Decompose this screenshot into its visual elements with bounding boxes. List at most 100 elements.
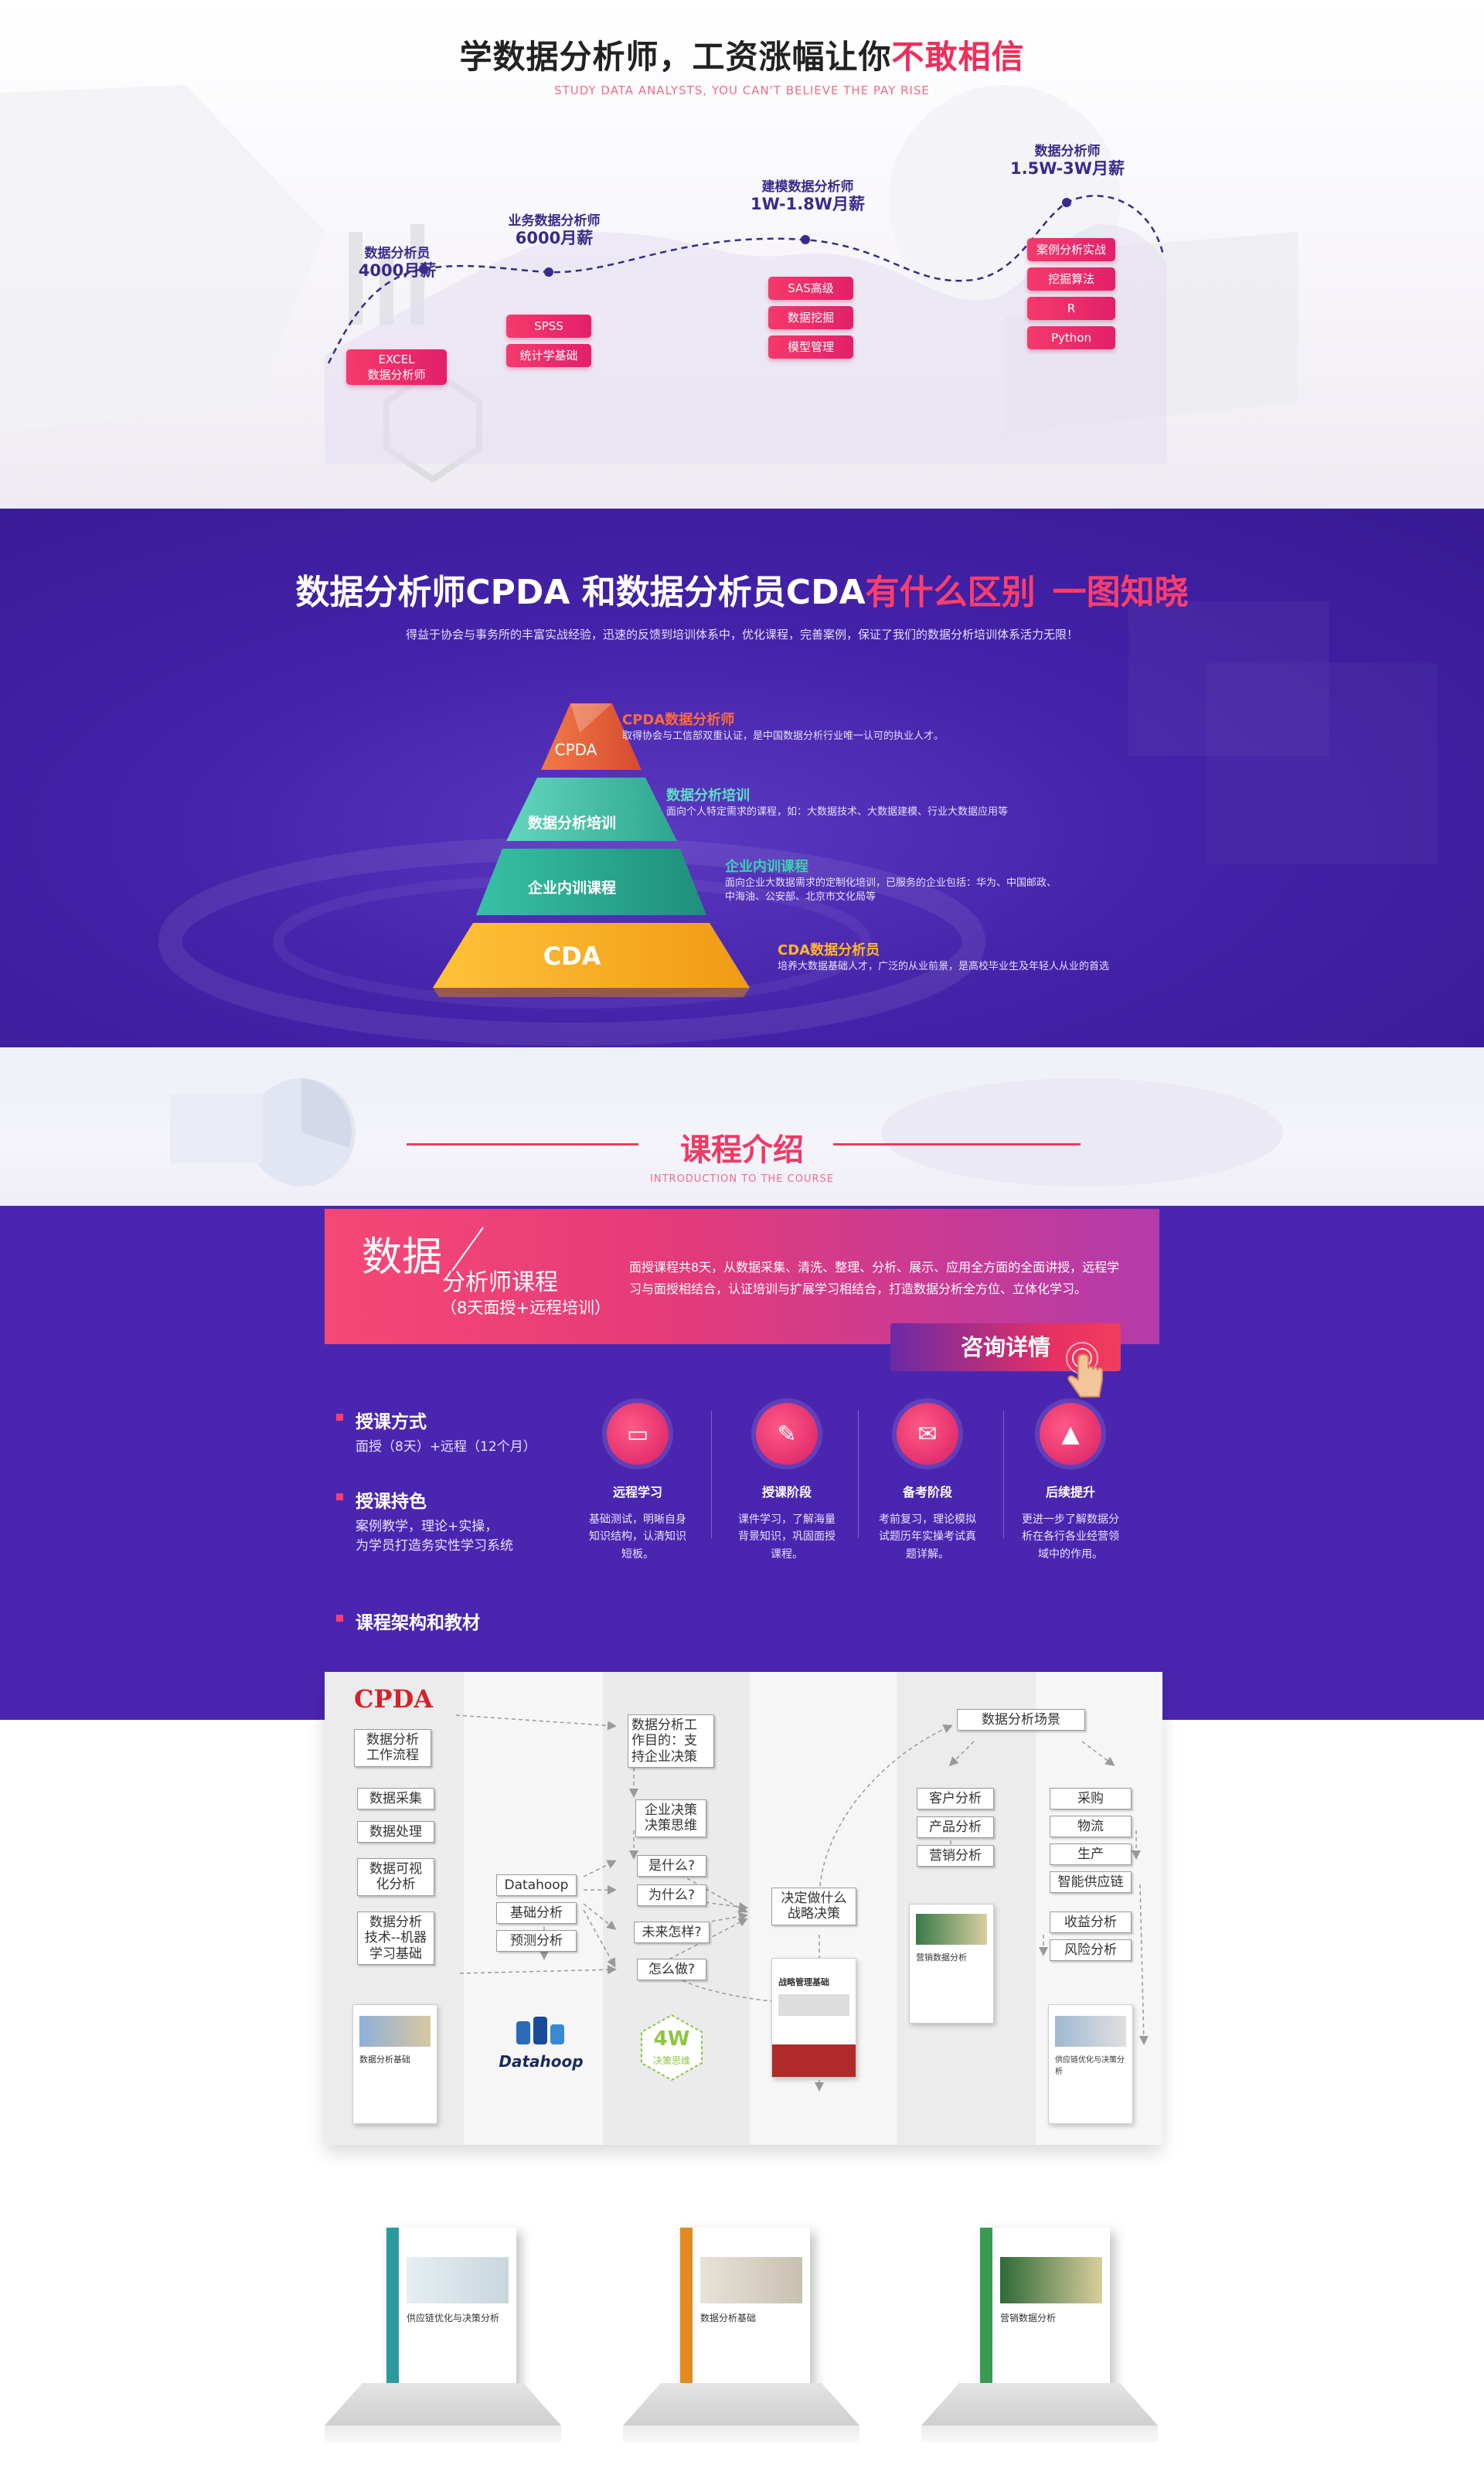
method-title: 授课方式 [336, 1407, 427, 1433]
question-node: 未来怎样? [634, 1922, 710, 1944]
pyramid-label: CDA [543, 941, 601, 971]
cpda-logo: CPDA [354, 1684, 434, 1714]
skill-tag: 统计学基础 [506, 344, 591, 367]
course-architecture-diagram: CPDA 数据分析 工作流程 数据采集 数据处理 数据可视 化分析 数据分析 技… [325, 1672, 1162, 2145]
curve-point [801, 235, 810, 244]
skill-tag: EXCEL 数据分析师 [346, 349, 447, 385]
right-node: 采购 [1050, 1788, 1132, 1810]
compare-section: 数据分析师CPDA 和数据分析员CDA有什么区别 一图知晓 得益于协会与事务所的丰… [0, 509, 1484, 1047]
mid-node: 客户分析 [917, 1788, 994, 1810]
course-subtitle: INTRODUCTION TO THE COURSE [650, 1173, 834, 1185]
book-stand [325, 2383, 561, 2426]
book-display: 营销数据分析 [980, 2228, 1110, 2402]
skill-tag: Python [1027, 326, 1115, 349]
salary-subtitle: STUDY DATA ANALYSTS, YOU CAN'T BELIEVE T… [554, 83, 930, 97]
chart-icon: ▲ [1040, 1403, 1101, 1465]
question-node: 为什么? [637, 1884, 706, 1907]
left-node: 数据分析 技术--机器 学习基础 [357, 1912, 434, 1966]
datahoop-logo-icon [516, 2017, 564, 2044]
stage-title: 数据分析员 [364, 246, 431, 261]
stage-salary: 1W-1.8W月薪 [751, 195, 865, 214]
datahoop-logo-text: Datahoop [499, 2052, 584, 2071]
feature-exam: ✉ 备考阶段 考前复习，理论模拟 试题历年实操考试真 题详解。 [858, 1403, 997, 1563]
compare-title: 数据分析师CPDA 和数据分析员CDA有什么区别 一图知晓 [295, 573, 1189, 612]
pyramid-label: CPDA [554, 740, 597, 759]
level-desc-cpda: CPDA数据分析师 取得协会与工信部双重认证，是中国数据分析行业唯一认可的执业人… [622, 712, 945, 743]
book-icon: ✎ [756, 1403, 818, 1465]
curve-point [544, 267, 553, 277]
stage-1: 数据分析员 4000月薪 [343, 246, 451, 281]
skill-tag: 模型管理 [768, 335, 853, 359]
right-node: 生产 [1050, 1843, 1132, 1866]
question-node: 是什么? [637, 1855, 706, 1878]
scene-node: 数据分析场景 [957, 1709, 1085, 1731]
course-section: 课程介绍 INTRODUCTION TO THE COURSE 数据 分析师课程… [0, 1047, 1484, 1720]
method-text: 面授（8天）+远程（12个月） [356, 1439, 536, 1455]
course-title: 课程介绍 [680, 1132, 804, 1168]
left-node: 数据采集 [357, 1788, 434, 1810]
stage-salary: 6000月薪 [515, 229, 594, 248]
divider [711, 1411, 712, 1538]
curve-point [1062, 198, 1071, 207]
book-cover: 数据分析基础 [352, 2004, 437, 2124]
book-stand-shadow [325, 2426, 561, 2443]
stage-salary: 4000月薪 [358, 261, 437, 281]
4w-text: 4W [653, 2027, 690, 2051]
book-cover: 营销数据分析 [909, 1904, 994, 2024]
mid-node: 营销分析 [917, 1845, 994, 1867]
feature-title: 授课持色 [336, 1486, 427, 1513]
book-cover: 供应链优化与决策分析 [1048, 2004, 1133, 2124]
hand-pointer-icon [1066, 1342, 1103, 1397]
banner-small: （8天面授+远程培训） [441, 1299, 611, 1317]
book-stand [921, 2383, 1158, 2426]
salary-section: 学数据分析师，工资涨幅让你不敢相信 STUDY DATA ANALYSTS, Y… [0, 0, 1484, 509]
decision-node: 企业决策 决策思维 [635, 1799, 706, 1837]
stage-title: 建模数据分析师 [761, 179, 854, 195]
stage-3: 建模数据分析师 1W-1.8W月薪 [742, 179, 873, 215]
feature-text: 案例教学，理论+实操， 为学员打造务实性学习系统 [356, 1519, 513, 1554]
skill-tag: SPSS [506, 315, 591, 338]
stage-salary: 1.5W-3W月薪 [1010, 159, 1125, 179]
arch-title: 课程架构和教材 [336, 1608, 480, 1634]
book-display: 供应链优化与决策分析 [386, 2228, 516, 2402]
strategy-node: 决定做什么 战略决策 [771, 1888, 856, 1925]
mid-node: 产品分析 [917, 1816, 994, 1839]
stage-4: 数据分析师 1.5W-3W月薪 [1002, 144, 1133, 179]
skill-tag: SAS高级 [768, 277, 853, 300]
right-node: 收益分析 [1050, 1912, 1132, 1934]
right-node: 智能供应链 [1050, 1871, 1132, 1894]
level-desc-cda: CDA数据分析员 培养大数据基础人才，广泛的从业前景，是高校毕业生及年轻人从业的… [778, 942, 1110, 973]
feature-advance: ▲ 后续提升 更进一步了解数据分 析在各行各业经营领 域中的作用。 [1001, 1403, 1140, 1563]
skill-tag: R [1027, 297, 1115, 320]
left-node: 数据可视 化分析 [357, 1858, 434, 1896]
banner-mid: 分析师课程 [442, 1269, 558, 1296]
book-cover: 战略管理基础 [771, 1958, 856, 2078]
compare-subtitle: 得益于协会与事务所的丰富实战经验，迅速的反馈到培训体系中，优化课程，完善案例，保… [405, 628, 1078, 642]
skill-tag: 案例分析实战 [1027, 238, 1115, 261]
pyramid-label: 数据分析培训 [527, 815, 616, 832]
tool-node: 预测分析 [496, 1930, 577, 1952]
purpose-node: 数据分析工 作目的：支 持企业决策 [628, 1714, 714, 1769]
4w-subtext: 决策思维 [652, 2055, 690, 2066]
stage-2: 业务数据分析师 6000月薪 [488, 213, 620, 249]
book-stand-shadow [623, 2426, 859, 2443]
banner-big: 数据 [362, 1234, 443, 1281]
feature-teaching: ✎ 授课阶段 课件学习，了解海量 背景知识，巩固面授 课程。 [717, 1403, 856, 1563]
stage-title: 业务数据分析师 [508, 213, 601, 229]
level-desc-training: 数据分析培训 面向个人特定需求的课程，如：大数据技术、大数据建模、行业大数据应用… [666, 788, 1009, 819]
document-icon: ✉ [897, 1403, 958, 1465]
tool-node: Datahoop [496, 1874, 577, 1897]
left-node: 数据处理 [357, 1821, 434, 1843]
skill-tag: 挖掘算法 [1027, 267, 1115, 291]
feature-remote: ▭ 远程学习 基础测试，明晰自身 知识结构，认清知识 短板。 [568, 1403, 707, 1563]
pyramid-label: 企业内训课程 [527, 880, 616, 897]
tool-node: 基础分析 [496, 1902, 577, 1925]
book-display: 数据分析基础 [680, 2228, 810, 2402]
skill-tag: 数据挖掘 [768, 306, 853, 329]
banner-desc: 面授课程共8天，从数据采集、清洗、整理、分析、展示、应用全方面的全面讲授，远程学… [629, 1260, 1120, 1296]
book-stand [623, 2383, 859, 2426]
right-node: 风险分析 [1050, 1939, 1132, 1962]
workflow-node: 数据分析 工作流程 [354, 1729, 431, 1767]
stage-title: 数据分析师 [1034, 144, 1101, 159]
right-node: 物流 [1050, 1816, 1132, 1838]
